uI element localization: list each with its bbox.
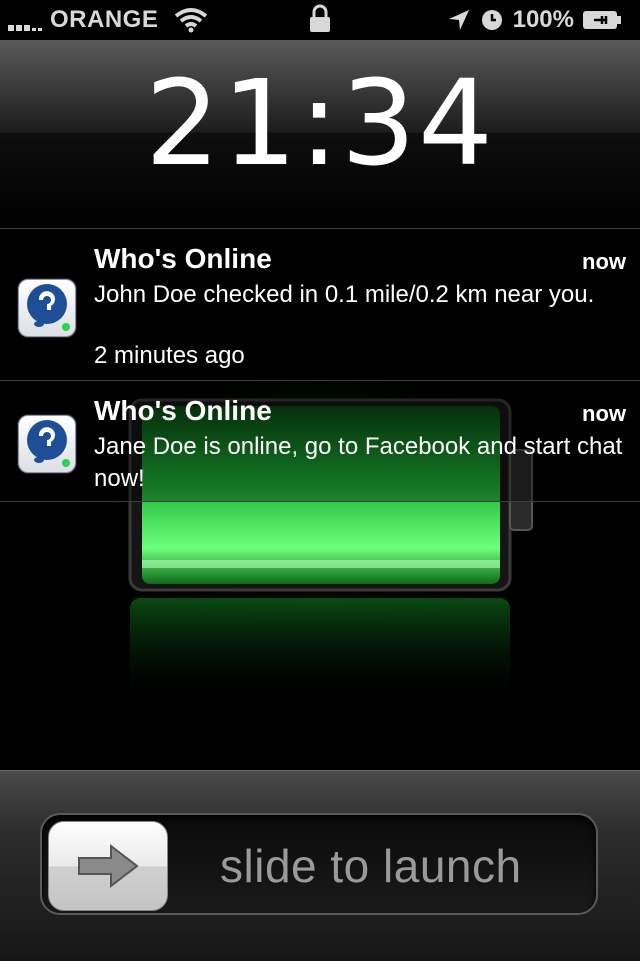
status-left: ORANGE (8, 6, 208, 34)
slider-knob[interactable] (48, 821, 168, 911)
battery-icon (583, 11, 621, 29)
app-icon (18, 279, 76, 337)
location-arrow-icon (448, 10, 469, 30)
notification-item[interactable]: Who's Online now John Doe checked in 0.1… (0, 228, 640, 381)
signal-icon (8, 9, 44, 31)
slide-to-launch-track[interactable]: slide to launch (40, 813, 598, 915)
lock-icon (310, 4, 330, 32)
battery-percent: 100% (512, 6, 574, 33)
app-icon (18, 415, 76, 473)
notification-time: now (582, 401, 626, 426)
carrier-name: ORANGE (50, 6, 159, 33)
notification-message: Jane Doe is online, go to Facebook and s… (94, 433, 623, 492)
notification-subtext: 2 minutes ago (94, 342, 245, 369)
lock-clock: 21:34 (144, 54, 496, 192)
slider-label: slide to launch (220, 840, 522, 892)
notification-title: Who's Online (94, 243, 272, 274)
status-right: 100% (447, 6, 632, 34)
clock-icon (481, 10, 502, 30)
notification-item[interactable]: Who's Online now Jane Doe is online, go … (0, 380, 640, 502)
wifi-icon (175, 8, 208, 33)
arrow-right-icon (78, 843, 139, 889)
slider-band: slide to launch (0, 770, 640, 961)
notification-title: Who's Online (94, 395, 272, 426)
status-bar: ORANGE 100% (0, 0, 640, 40)
notification-message: John Doe checked in 0.1 mile/0.2 km near… (94, 281, 595, 308)
clock-band: 21:34 (0, 40, 640, 229)
notification-time: now (582, 249, 626, 274)
